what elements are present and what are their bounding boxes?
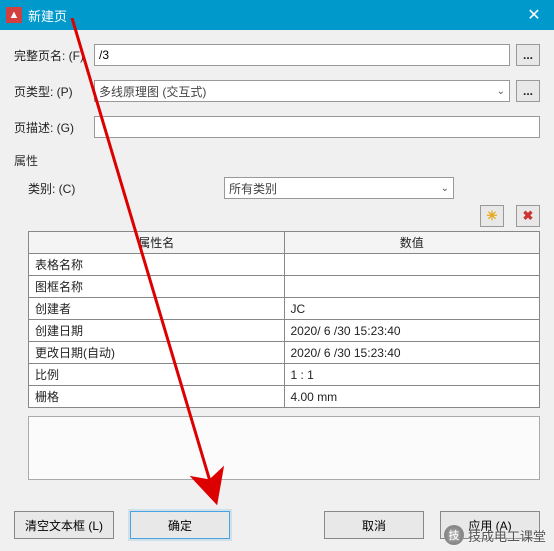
pagetype-combo[interactable]: 多线原理图 (交互式) ⌄: [94, 80, 510, 102]
chevron-down-icon: ⌄: [441, 183, 449, 194]
table-row[interactable]: 图框名称: [29, 276, 540, 298]
prop-name-cell: 图框名称: [29, 276, 285, 298]
prop-value-cell[interactable]: 4.00 mm: [284, 386, 540, 408]
prop-toolbar: ✳ ✖: [28, 205, 540, 227]
prop-name-cell: 比例: [29, 364, 285, 386]
table-row[interactable]: 栅格4.00 mm: [29, 386, 540, 408]
prop-name-cell: 更改日期(自动): [29, 342, 285, 364]
table-row[interactable]: 更改日期(自动)2020/ 6 /30 15:23:40: [29, 342, 540, 364]
fullname-label: 完整页名: (F): [14, 47, 94, 64]
desc-label: 页描述: (G): [14, 119, 94, 136]
prop-name-cell: 表格名称: [29, 254, 285, 276]
prop-value-cell[interactable]: 2020/ 6 /30 15:23:40: [284, 320, 540, 342]
dialog-window: ▲ 新建页 ✕ 完整页名: (F) ... 页类型: (P) 多线原理图 (交互…: [0, 0, 554, 551]
fullname-row: 完整页名: (F) ...: [14, 44, 540, 66]
prop-value-cell[interactable]: [284, 254, 540, 276]
add-property-button[interactable]: ✳: [480, 205, 504, 227]
titlebar: ▲ 新建页 ✕: [0, 0, 554, 30]
prop-value-cell[interactable]: [284, 276, 540, 298]
properties-group-title: 属性: [14, 152, 540, 169]
category-value: 所有类别: [229, 180, 277, 197]
properties-body: 类别: (C) 所有类别 ⌄ ✳ ✖ 属性名: [14, 177, 540, 480]
desc-input[interactable]: [94, 116, 540, 138]
window-title: 新建页: [28, 6, 514, 25]
desc-row: 页描述: (G): [14, 116, 540, 138]
properties-table: 属性名 数值 表格名称图框名称创建者JC创建日期2020/ 6 /30 15:2…: [28, 231, 540, 408]
pagetype-label: 页类型: (P): [14, 83, 94, 100]
prop-value-cell[interactable]: 2020/ 6 /30 15:23:40: [284, 342, 540, 364]
table-row[interactable]: 比例1 : 1: [29, 364, 540, 386]
clear-button[interactable]: 清空文本框 (L): [14, 511, 114, 539]
watermark-icon: 技: [444, 525, 464, 545]
prop-value-cell[interactable]: JC: [284, 298, 540, 320]
extra-box[interactable]: [28, 416, 540, 480]
app-icon: ▲: [6, 7, 22, 23]
category-label: 类别: (C): [28, 180, 94, 197]
close-button[interactable]: ✕: [514, 0, 554, 30]
table-row[interactable]: 表格名称: [29, 254, 540, 276]
fullname-input[interactable]: [94, 44, 510, 66]
prop-value-cell[interactable]: 1 : 1: [284, 364, 540, 386]
prop-name-cell: 创建者: [29, 298, 285, 320]
properties-group: 属性 类别: (C) 所有类别 ⌄ ✳ ✖: [14, 152, 540, 480]
prop-name-cell: 栅格: [29, 386, 285, 408]
cancel-button[interactable]: 取消: [324, 511, 424, 539]
pagetype-browse-button[interactable]: ...: [516, 80, 540, 102]
table-row[interactable]: 创建日期2020/ 6 /30 15:23:40: [29, 320, 540, 342]
ok-button[interactable]: 确定: [130, 511, 230, 539]
content-area: 完整页名: (F) ... 页类型: (P) 多线原理图 (交互式) ⌄ ...…: [0, 30, 554, 480]
pagetype-value: 多线原理图 (交互式): [99, 83, 206, 100]
watermark-text: 技成电工课堂: [468, 526, 546, 545]
fullname-browse-button[interactable]: ...: [516, 44, 540, 66]
prop-name-cell: 创建日期: [29, 320, 285, 342]
chevron-down-icon: ⌄: [497, 86, 505, 97]
col-header-value: 数值: [284, 232, 540, 254]
table-row[interactable]: 创建者JC: [29, 298, 540, 320]
category-combo[interactable]: 所有类别 ⌄: [224, 177, 454, 199]
delete-property-button[interactable]: ✖: [516, 205, 540, 227]
category-row: 类别: (C) 所有类别 ⌄: [28, 177, 540, 199]
col-header-name: 属性名: [29, 232, 285, 254]
watermark: 技 技成电工课堂: [444, 525, 546, 545]
pagetype-row: 页类型: (P) 多线原理图 (交互式) ⌄ ...: [14, 80, 540, 102]
